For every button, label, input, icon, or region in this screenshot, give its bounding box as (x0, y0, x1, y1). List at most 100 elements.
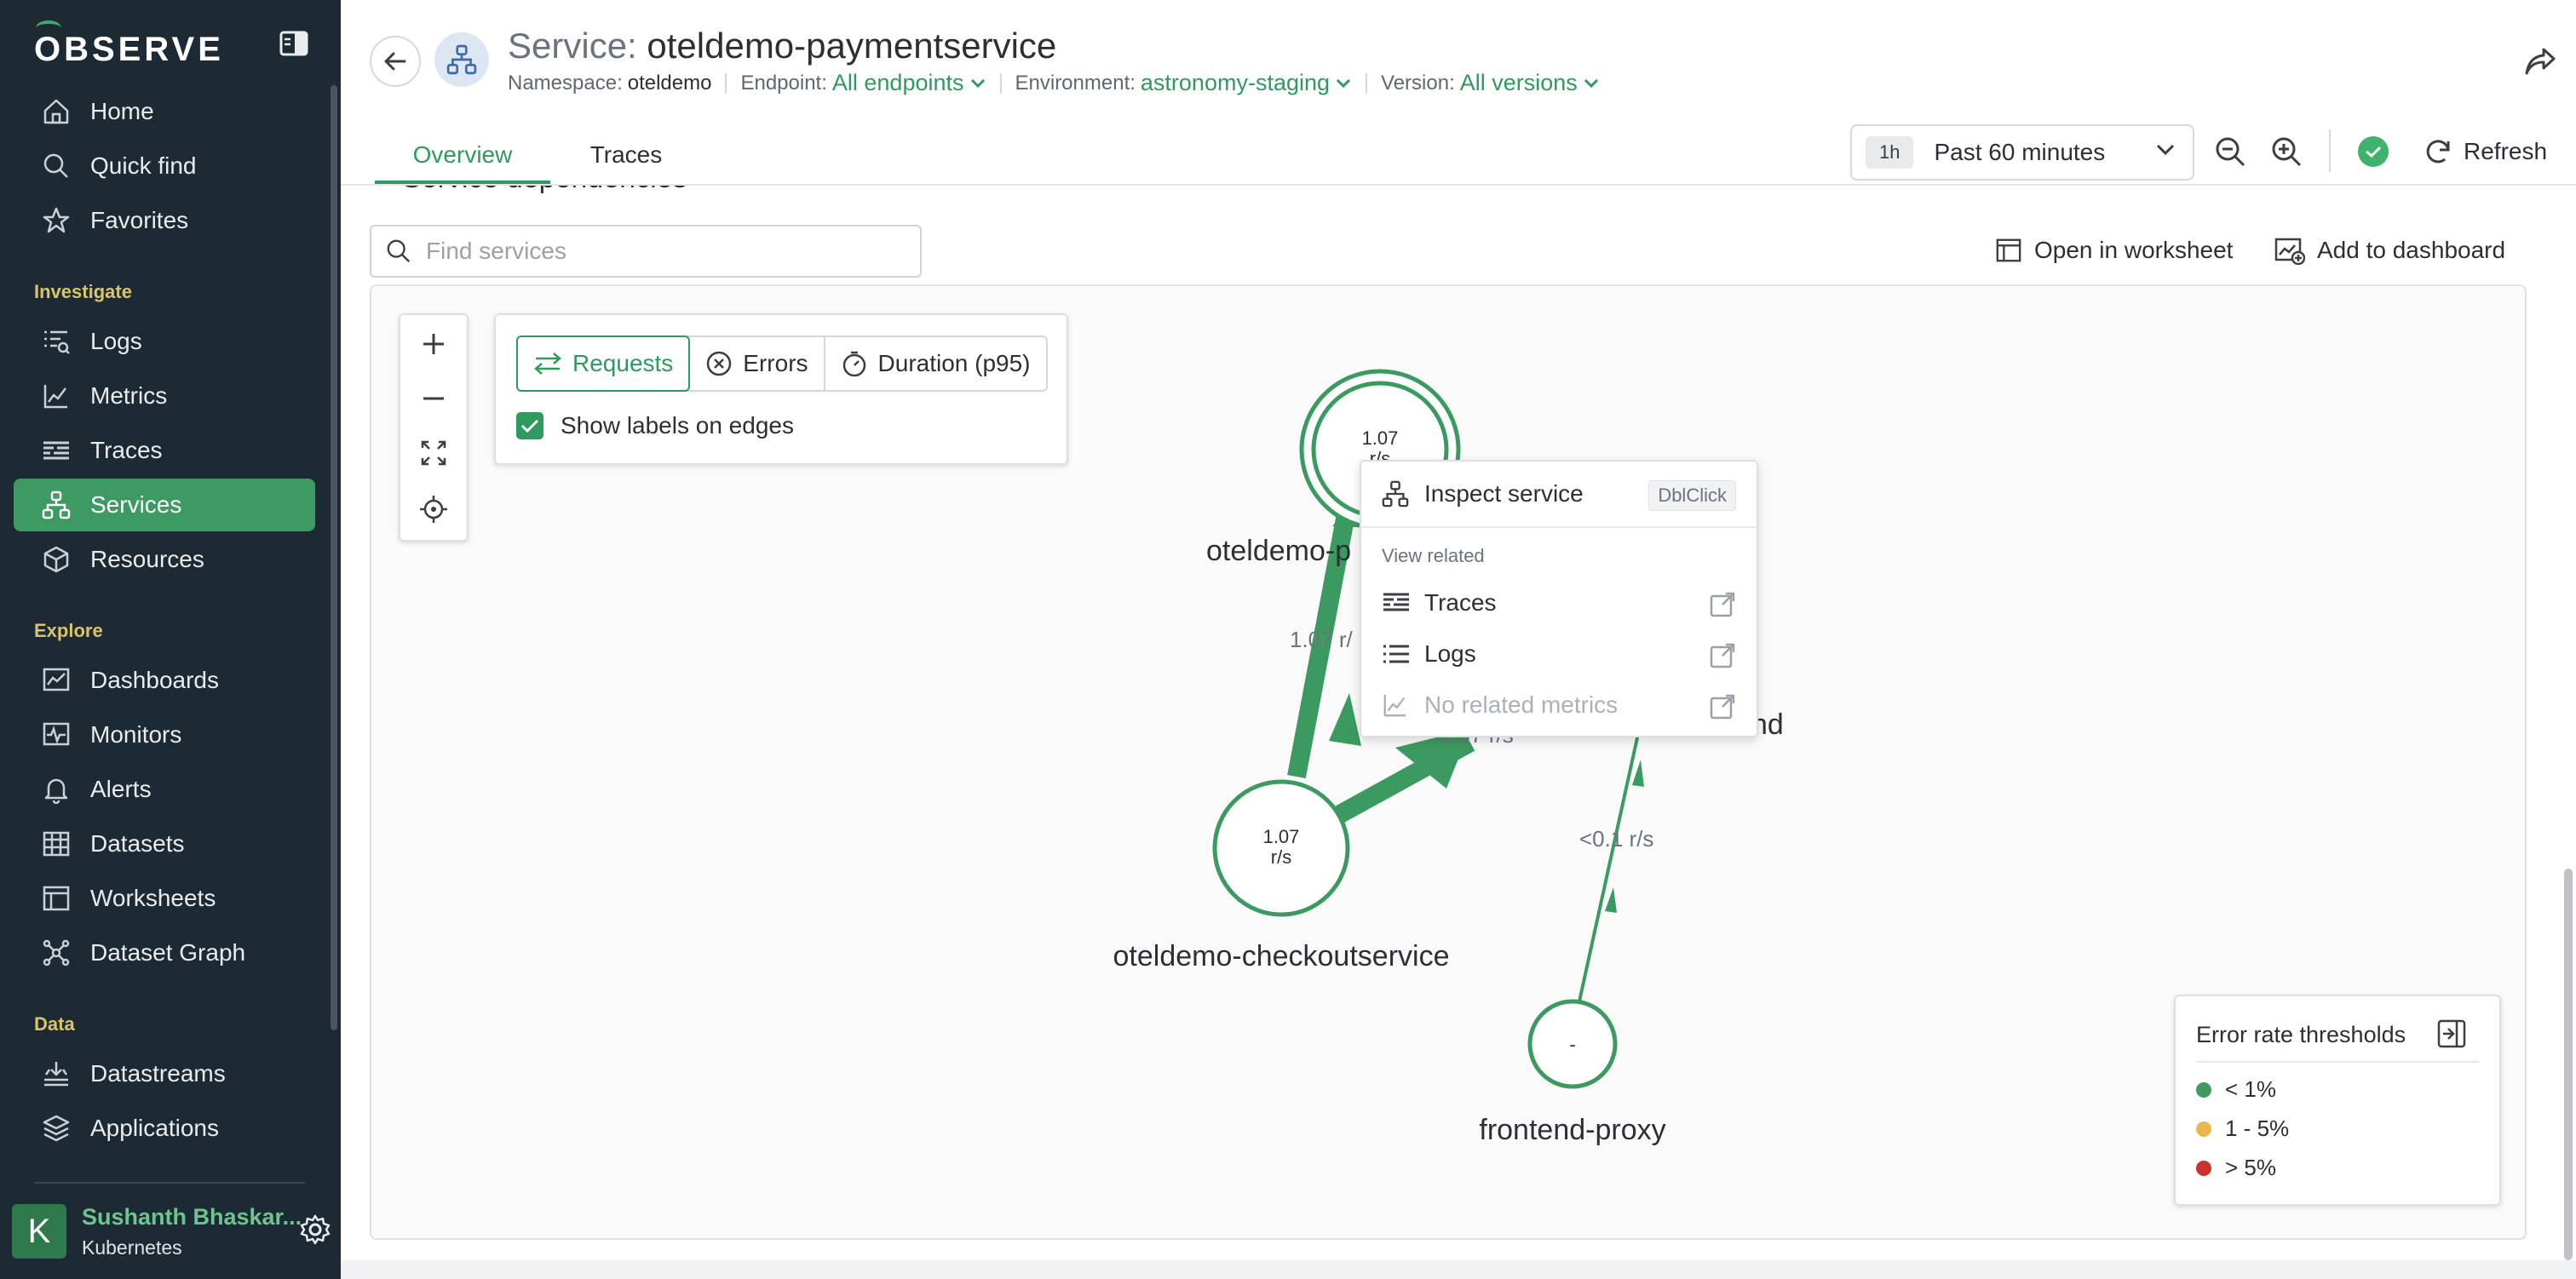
sidebar-item-logs[interactable]: Logs (14, 315, 315, 368)
sidebar: OBSERVE Home Quick find Favorites Invest… (0, 0, 341, 1279)
sidebar-item-dashboards[interactable]: Dashboards (14, 654, 315, 707)
node-rate: 1.07 (1362, 427, 1399, 449)
environment-dropdown[interactable]: Environment: astronomy-staging (1015, 70, 1353, 96)
section-title-explore: Explore (34, 620, 103, 641)
service-meta: Namespace: oteldemo Endpoint: All endpoint… (508, 70, 1600, 96)
sidebar-item-label: Services (90, 491, 182, 518)
legend-label: > 5% (2225, 1155, 2276, 1180)
services-icon (39, 488, 73, 522)
observe-logo[interactable]: OBSERVE (34, 20, 224, 69)
related-logs-item[interactable]: Logs (1361, 630, 1757, 678)
add-to-dashboard-label: Add to dashboard (2317, 237, 2506, 263)
sidebar-item-dataset-graph[interactable]: Dataset Graph (14, 926, 315, 979)
traces-icon (1382, 588, 1412, 618)
gear-icon[interactable] (298, 1213, 332, 1247)
namespace-value: oteldemo (627, 71, 712, 95)
sidebar-item-metrics[interactable]: Metrics (14, 370, 315, 422)
add-dashboard-icon (2274, 236, 2305, 265)
sidebar-item-datastreams[interactable]: Datastreams (14, 1047, 315, 1100)
related-traces-item[interactable]: Traces (1361, 579, 1757, 627)
sidebar-item-applications[interactable]: Applications (14, 1102, 315, 1155)
metrics-icon (1382, 690, 1412, 720)
sidebar-scrollbar[interactable] (331, 85, 337, 1030)
tab-overview[interactable]: Overview (375, 128, 550, 184)
external-link-icon (1709, 640, 1739, 671)
meta-separator (999, 72, 1002, 94)
error-rate-legend: Error rate thresholds < 1% 1 - 5% > 5% (2174, 995, 2501, 1206)
layers-icon (39, 1111, 73, 1145)
edge-proxy-to-frontend[interactable] (1578, 706, 1646, 1002)
services-icon (1382, 479, 1412, 509)
show-labels-checkbox[interactable]: Show labels on edges (516, 412, 794, 439)
metric-errors-button[interactable]: Errors (690, 337, 825, 390)
worksheet-icon (39, 881, 73, 915)
error-legend-title: Error rate thresholds (2196, 1022, 2406, 1047)
service-dependency-graph[interactable]: 1.07 r/s oteldemo-p 1.07 r/s oteldemo-ch… (370, 284, 2527, 1240)
inspect-service-label: Inspect service (1424, 480, 1584, 507)
search-input[interactable] (424, 237, 905, 266)
sidebar-item-favorites[interactable]: Favorites (14, 194, 315, 247)
sidebar-collapse-icon[interactable] (279, 31, 308, 56)
sidebar-item-label: Alerts (90, 776, 152, 802)
refresh-label: Refresh (2464, 138, 2548, 164)
back-button[interactable] (370, 36, 421, 87)
horizontal-scrollbar[interactable] (341, 1260, 2576, 1279)
legend-item-high: > 5% (2196, 1155, 2276, 1181)
graph-zoom-out-button[interactable] (400, 371, 467, 426)
zoom-in-icon[interactable] (2268, 133, 2305, 170)
version-label: Version: (1381, 71, 1455, 95)
sidebar-item-alerts[interactable]: Alerts (14, 763, 315, 816)
environment-label: Environment: (1015, 71, 1136, 95)
node-label-frontend-proxy: frontend-proxy (1479, 1114, 1665, 1146)
sidebar-item-label: Monitors (90, 721, 182, 748)
sidebar-item-label: Quick find (90, 152, 197, 179)
collapse-panel-icon[interactable] (2436, 1018, 2467, 1049)
logo-text: OBSERVE (34, 31, 224, 68)
open-in-worksheet-button[interactable]: Open in worksheet (1995, 233, 2233, 267)
sidebar-item-services[interactable]: Services (14, 479, 315, 531)
crosshair-icon (419, 495, 448, 524)
version-dropdown[interactable]: Version: All versions (1381, 70, 1600, 96)
edge-label-checkout-to-payment: 1.07 r/ (1290, 627, 1353, 652)
zoom-out-icon[interactable] (2211, 133, 2249, 170)
endpoint-dropdown[interactable]: Endpoint: All endpoints (740, 70, 986, 96)
graph-fit-button[interactable] (400, 426, 467, 480)
page-header: Service: oteldemo-paymentservice Namespa… (341, 0, 2576, 186)
time-range-picker[interactable]: 1h Past 60 minutes (1850, 124, 2194, 181)
traces-icon (39, 433, 73, 467)
vertical-scrollbar[interactable] (2564, 869, 2573, 1260)
sidebar-item-label: Datasets (90, 830, 185, 857)
node-checkoutservice[interactable]: 1.07 r/s (1212, 779, 1350, 917)
graph-center-button[interactable] (400, 482, 467, 536)
graph-zoom-in-button[interactable] (400, 317, 467, 371)
tab-traces[interactable]: Traces (564, 128, 688, 182)
service-search[interactable] (370, 225, 922, 278)
user-name: Sushanth Bhaskar... (82, 1204, 302, 1230)
share-icon[interactable] (2521, 43, 2559, 80)
section-title-data: Data (34, 1013, 75, 1035)
sidebar-item-monitors[interactable]: Monitors (14, 708, 315, 761)
monitor-icon (39, 718, 73, 752)
sidebar-item-home[interactable]: Home (14, 85, 315, 138)
user-menu[interactable]: K Sushanth Bhaskar... Kubernetes (12, 1201, 336, 1265)
sidebar-item-resources[interactable]: Resources (14, 533, 315, 586)
metric-requests-button[interactable]: Requests (516, 336, 691, 392)
menu-divider (1361, 526, 1757, 528)
refresh-button[interactable]: Refresh (2423, 133, 2547, 170)
view-related-heading: View related (1382, 545, 1485, 566)
sidebar-item-datasets[interactable]: Datasets (14, 817, 315, 870)
node-frontend-proxy[interactable]: - (1527, 999, 1618, 1089)
external-link-icon (1709, 589, 1739, 620)
sidebar-item-quick-find[interactable]: Quick find (14, 140, 315, 192)
legend-label: < 1% (2225, 1076, 2276, 1102)
services-icon (446, 44, 477, 75)
metric-duration-button[interactable]: Duration (p95) (825, 337, 1046, 390)
inspect-service-item[interactable]: Inspect service DblClick (1361, 470, 1757, 518)
sidebar-item-worksheets[interactable]: Worksheets (14, 872, 315, 925)
table-icon (39, 827, 73, 861)
sidebar-item-traces[interactable]: Traces (14, 424, 315, 477)
external-link-icon (1709, 691, 1739, 722)
chevron-down-icon (1583, 77, 1600, 89)
add-to-dashboard-button[interactable]: Add to dashboard (2274, 233, 2505, 267)
datastream-icon (39, 1057, 73, 1091)
